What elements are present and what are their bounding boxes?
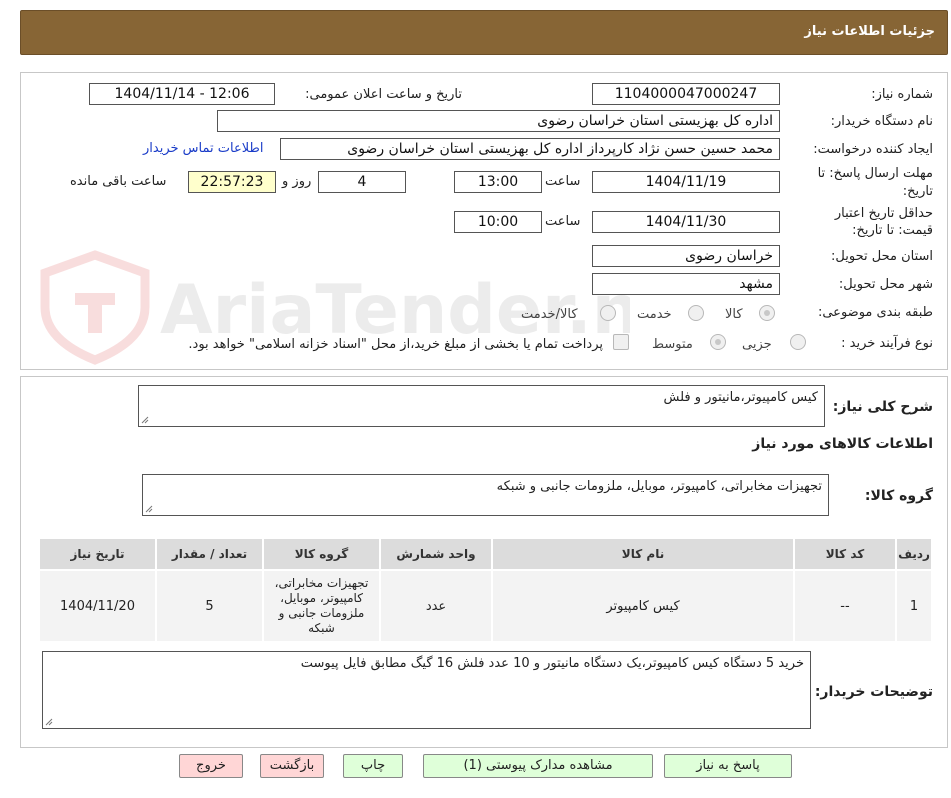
col-header-quantity: تعداد / مقدار [155,537,264,571]
cell-unit: عدد [379,569,493,643]
table-header-row: ردیف کد کالا نام کالا واحد شمارش گروه کا… [38,537,933,571]
col-header-name: نام کالا [491,537,795,571]
deadline-hour-label: ساعت [545,174,581,189]
category-label: طبقه بندی موضوعی: [817,305,933,320]
category-goods-label: کالا [725,307,743,322]
summary-text: کیس کامپیوتر،مانیتور و فلش [663,390,819,405]
deadline-label: مهلت ارسال پاسخ: تا [817,166,933,181]
process-note: پرداخت تمام یا بخشی از مبلغ خرید،از محل … [188,337,603,352]
goods-group-textarea[interactable]: تجهیزات مخابراتی، کامپیوتر، موبایل، ملزو… [142,474,829,516]
remaining-label: ساعت باقی مانده [70,174,167,189]
buyer-notes-textarea[interactable]: خرید 5 دستگاه کیس کامپیوتر،یک دستگاه مان… [42,651,811,729]
items-table: ردیف کد کالا نام کالا واحد شمارش گروه کا… [38,537,933,643]
cell-date: 1404/11/20 [38,569,157,643]
goods-group-text: تجهیزات مخابراتی، کامپیوتر، موبایل، ملزو… [496,479,822,494]
creator-field: محمد حسین حسن نژاد کارپرداز اداره کل بهز… [280,138,780,160]
category-service-radio[interactable] [688,305,704,321]
deadline-label-2: تاریخ: [902,184,933,199]
remaining-time-field: 22:57:23 [188,171,276,193]
buyer-contact-link[interactable]: اطلاعات تماس خریدار [143,141,263,156]
exit-button[interactable]: خروج [179,754,243,778]
days-label: روز و [282,174,312,189]
cell-quantity: 5 [155,569,264,643]
print-button[interactable]: چاپ [343,754,403,778]
creator-label: ایجاد کننده درخواست: [813,142,933,157]
announce-label: تاریخ و ساعت اعلان عمومی: [305,87,462,102]
days-field: 4 [318,171,406,193]
summary-textarea[interactable]: کیس کامپیوتر،مانیتور و فلش [138,385,825,427]
validity-label-2: قیمت: تا تاریخ: [852,223,933,238]
summary-label: شرح کلی نیاز: [832,399,933,415]
col-header-code: کد کالا [793,537,897,571]
deadline-time-field: 13:00 [454,171,542,193]
col-header-row-number: ردیف [895,537,933,571]
cell-row-number: 1 [895,569,933,643]
treasury-checkbox[interactable] [613,334,629,350]
need-number-label: شماره نیاز: [871,87,933,102]
col-header-group: گروه کالا [262,537,381,571]
process-medium-label: متوسط [652,337,693,352]
validity-label: حداقل تاریخ اعتبار [834,206,933,221]
category-goods-service-label: کالا/خدمت [521,307,578,322]
category-service-label: خدمت [637,307,672,322]
process-minor-radio[interactable] [790,334,806,350]
buyer-org-label: نام دستگاه خریدار: [830,114,933,129]
cell-name: کیس کامپیوتر [491,569,795,643]
resize-grip-icon[interactable] [141,416,149,424]
buyer-org-field: اداره کل بهزیستی استان خراسان رضوی [217,110,780,132]
need-number-field: 1104000047000247 [592,83,780,105]
category-goods-service-radio[interactable] [600,305,616,321]
back-button[interactable]: بازگشت [260,754,324,778]
process-medium-radio[interactable] [710,334,726,350]
validity-hour-label: ساعت [545,214,581,229]
resize-grip-icon[interactable] [45,718,53,726]
city-label: شهر محل تحویل: [838,277,933,292]
cell-code: -- [793,569,897,643]
province-field: خراسان رضوی [592,245,780,267]
announce-field: 1404/11/14 - 12:06 [89,83,275,105]
attachments-button[interactable]: مشاهده مدارک پیوستی (1) [423,754,653,778]
validity-time-field: 10:00 [454,211,542,233]
col-header-unit: واحد شمارش [379,537,493,571]
province-label: استان محل تحویل: [831,249,933,264]
validity-date-field: 1404/11/30 [592,211,780,233]
table-row: 1 -- کیس کامپیوتر عدد تجهیزات مخابراتی، … [38,569,933,643]
buyer-notes-text: خرید 5 دستگاه کیس کامپیوتر،یک دستگاه مان… [300,656,804,671]
page-header: جزئیات اطلاعات نیاز [20,10,948,55]
buyer-notes-label: توضیحات خریدار: [814,684,933,700]
col-header-date: تاریخ نیاز [38,537,157,571]
goods-group-label: گروه کالا: [864,488,933,504]
page-title: جزئیات اطلاعات نیاز [804,24,935,39]
process-label: نوع فرآیند خرید : [841,336,933,351]
category-goods-radio[interactable] [759,305,775,321]
goods-info-title: اطلاعات کالاهای مورد نیاز [752,436,933,452]
cell-group: تجهیزات مخابراتی، کامپیوتر، موبایل، ملزو… [262,569,381,643]
reply-button[interactable]: پاسخ به نیاز [664,754,792,778]
resize-grip-icon[interactable] [145,505,153,513]
deadline-date-field: 1404/11/19 [592,171,780,193]
city-field: مشهد [592,273,780,295]
process-minor-label: جزیی [742,337,772,352]
